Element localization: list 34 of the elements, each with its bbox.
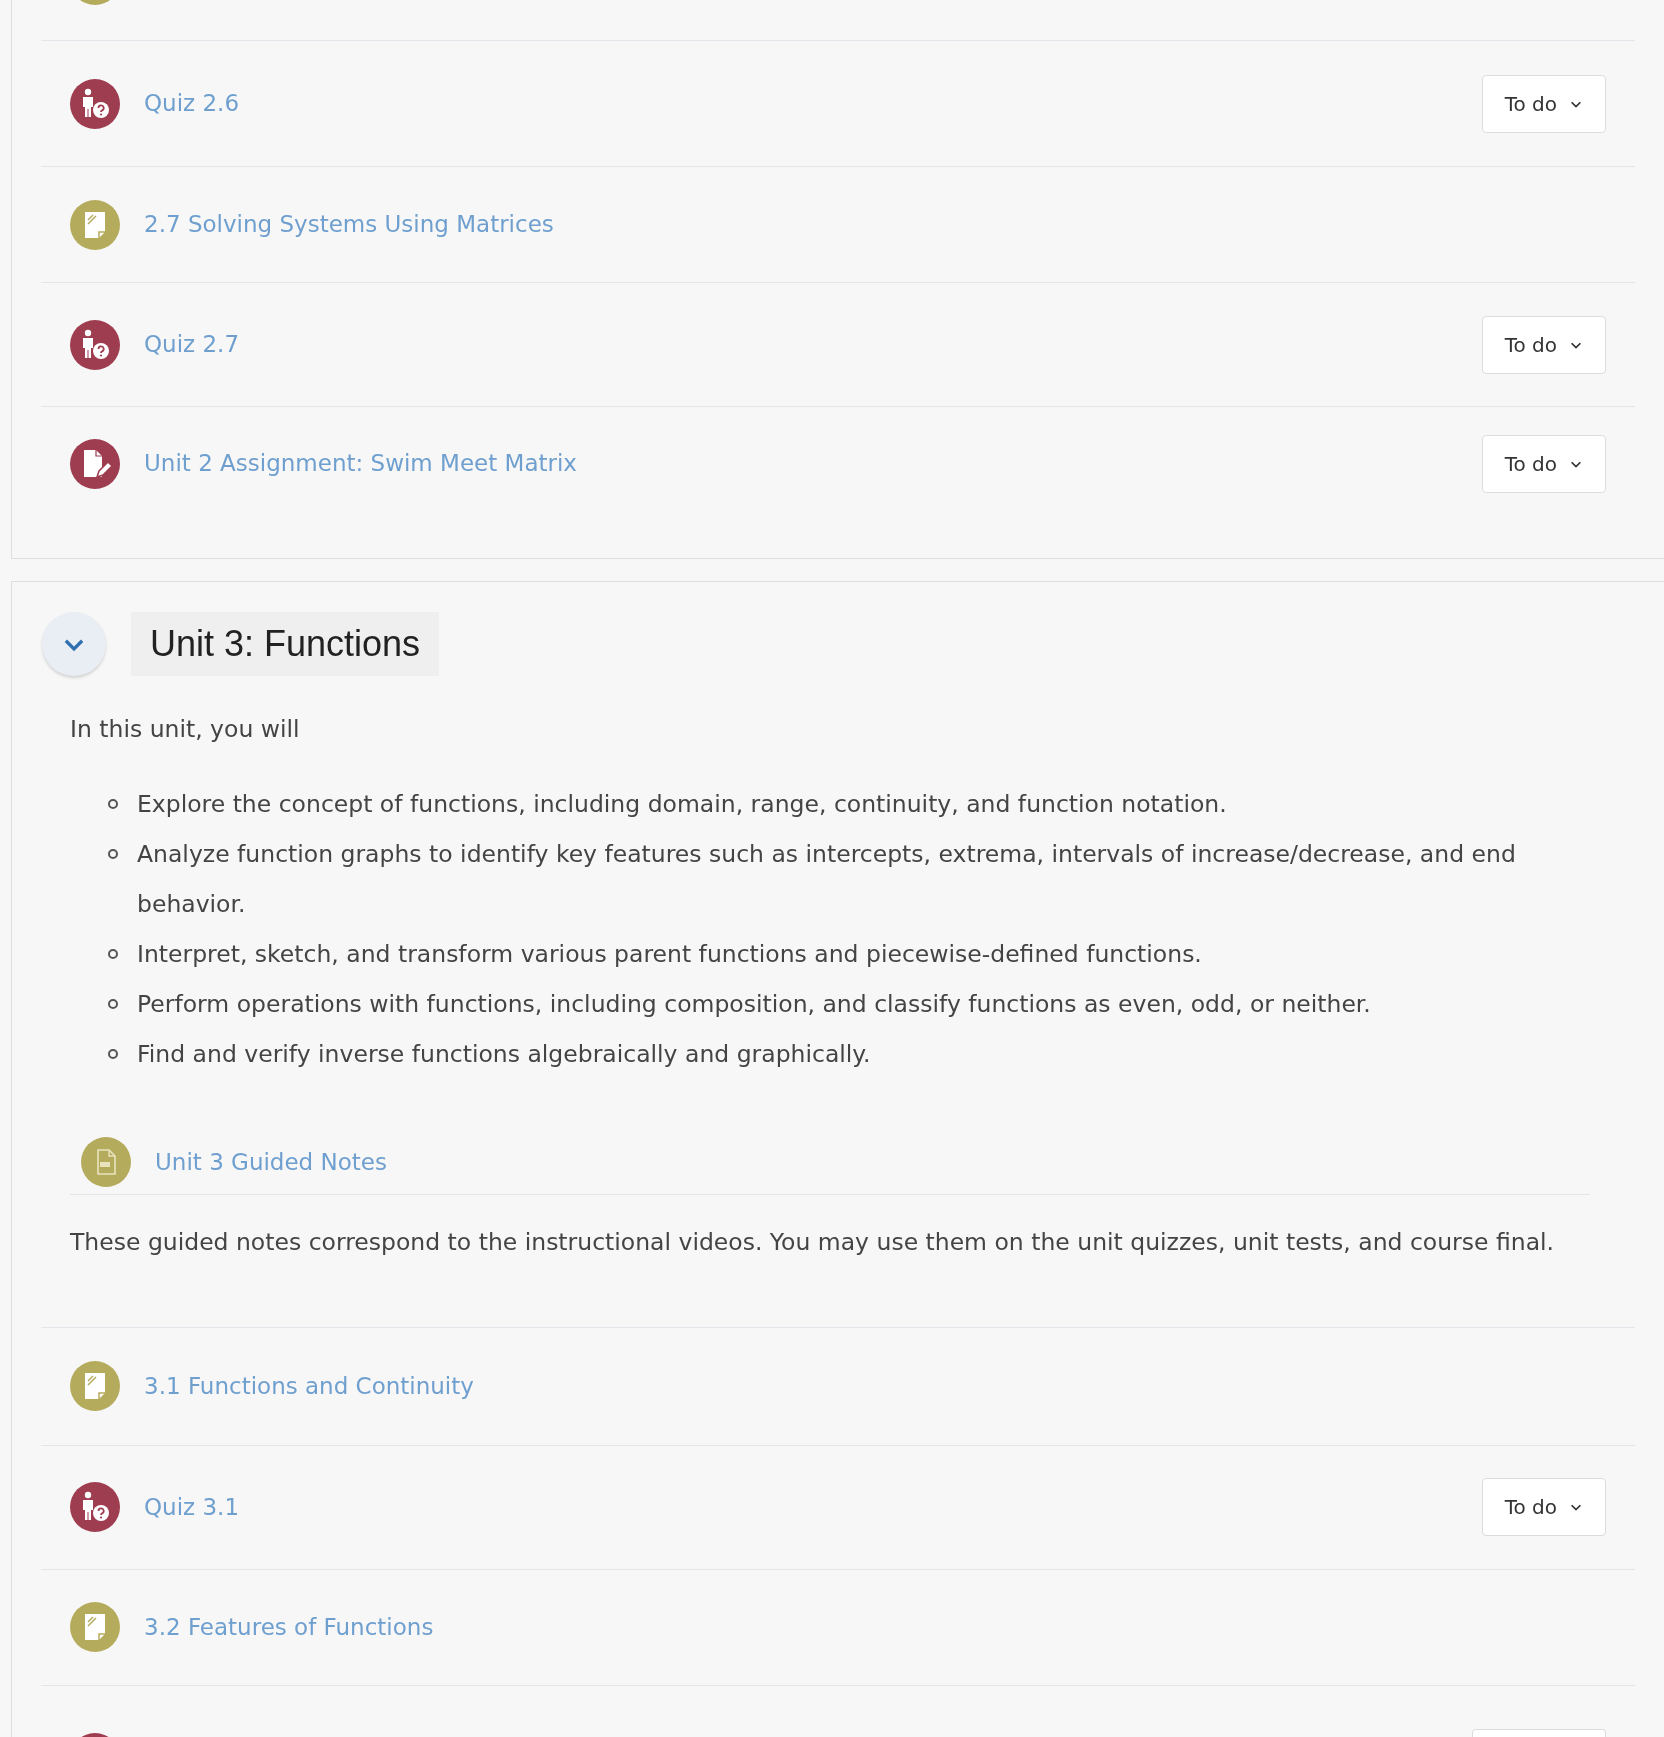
- status-dropdown[interactable]: To do: [1481, 1478, 1606, 1536]
- collapse-toggle[interactable]: [42, 612, 106, 676]
- objective-text: Perform operations with functions, including composition, and classify functions as even, odd, or neither.: [137, 989, 1371, 1021]
- status-dropdown[interactable]: To do: [1481, 315, 1606, 374]
- item-link[interactable]: Quiz 2.6: [144, 86, 240, 121]
- quiz-icon: [70, 319, 120, 370]
- objective-text: Find and verify inverse functions algebraically and graphically.: [137, 1039, 871, 1071]
- bullet-icon: [108, 1049, 118, 1060]
- objective-text: Interpret, sketch, and transform various parent functions and piecewise-defined functions.: [137, 939, 1202, 971]
- bullet-icon: [108, 949, 118, 960]
- pencil-page-icon: [70, 438, 120, 489]
- intro-text: In this unit, you will: [70, 714, 301, 745]
- item-link[interactable]: 2.7 Solving Systems Using Matrices: [144, 207, 554, 242]
- bullet-icon: [108, 849, 118, 860]
- objective-text: Analyze function graphs to identify key features such as intercepts, extrema, intervals of increase/decrease, and end behavior.: [137, 839, 1517, 921]
- file-icon: [81, 1136, 131, 1187]
- page-icon: [70, 1361, 120, 1411]
- unit-heading: Unit 3: Functions: [131, 612, 440, 676]
- quiz-icon: [70, 1482, 120, 1532]
- item-link[interactable]: Quiz 3.1: [144, 1489, 240, 1525]
- item-link[interactable]: Unit 2 Assignment: Swim Meet Matrix: [144, 446, 577, 481]
- status-dropdown[interactable]: To do: [1481, 434, 1606, 493]
- bullet-icon: [108, 999, 118, 1010]
- bullet-icon: [108, 799, 118, 810]
- resource-link[interactable]: Unit 3 Guided Notes: [155, 1144, 387, 1179]
- objective-text: Explore the concept of functions, including domain, range, continuity, and function notation.: [137, 789, 1227, 821]
- item-link[interactable]: 3.2 Features of Functions: [144, 1609, 434, 1645]
- resource-description: These guided notes correspond to the instructional videos. You may use them on the unit quizzes, unit tests, and course final.: [70, 1227, 1556, 1259]
- page-icon: [70, 1602, 120, 1652]
- item-link[interactable]: Quiz 2.7: [144, 327, 240, 362]
- page-icon: [70, 199, 120, 250]
- quiz-icon: [70, 78, 120, 129]
- status-dropdown[interactable]: To do: [1481, 74, 1606, 133]
- item-link[interactable]: 3.1 Functions and Continuity: [144, 1368, 474, 1404]
